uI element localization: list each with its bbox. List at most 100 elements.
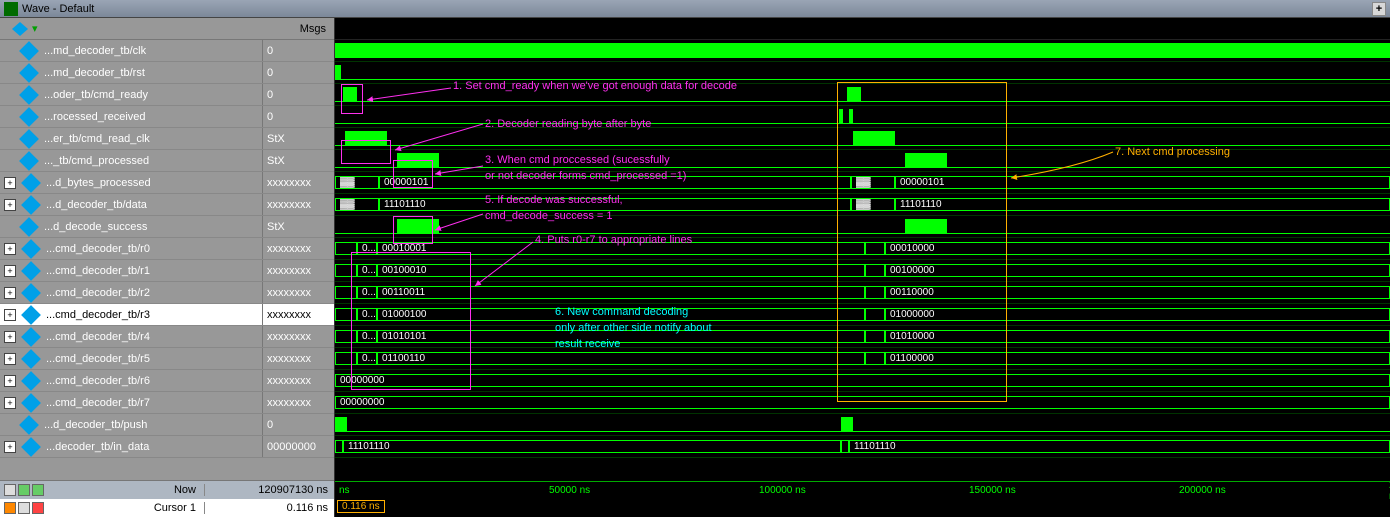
wave-icon [4, 2, 18, 16]
signal-name: ...decoder_tb/in_data [44, 441, 262, 453]
signal-name: ...er_tb/cmd_read_clk [42, 133, 262, 145]
signal-row[interactable]: ...md_decoder_tb/rst0 [0, 62, 334, 84]
signal-row[interactable]: +...cmd_decoder_tb/r7xxxxxxxx [0, 392, 334, 414]
signal-type-icon [19, 151, 39, 171]
cursor-label: Cursor 1 [46, 502, 204, 514]
wave-row: ▓▓11101110▓▓11101110 [335, 194, 1390, 216]
signal-row[interactable]: + ...d_decoder_tb/dataxxxxxxxx [0, 194, 334, 216]
signal-value: xxxxxxxx [262, 348, 334, 369]
expand-icon[interactable]: + [4, 331, 16, 343]
signal-value: xxxxxxxx [262, 304, 334, 325]
signal-row[interactable]: ...d_decoder_tb/push0 [0, 414, 334, 436]
signal-value: 00000000 [262, 436, 334, 457]
signal-row[interactable]: ...oder_tb/cmd_ready0 [0, 84, 334, 106]
signal-row[interactable]: ...er_tb/cmd_read_clkStX [0, 128, 334, 150]
time-axis[interactable]: ns50000 ns100000 ns150000 ns200000 ns250… [335, 481, 1390, 499]
signal-name: ...md_decoder_tb/clk [42, 45, 262, 57]
signal-name: ...md_decoder_tb/rst [42, 67, 262, 79]
wave-row: 0...0100010001000000 [335, 304, 1390, 326]
expand-icon[interactable]: + [4, 397, 16, 409]
signal-row[interactable]: +...cmd_decoder_tb/r4xxxxxxxx [0, 326, 334, 348]
signal-row[interactable]: +...d_bytes_processedxxxxxxxx [0, 172, 334, 194]
signal-type-icon [21, 327, 41, 347]
now-value: 120907130 ns [204, 484, 334, 496]
tool-icon[interactable] [4, 502, 16, 514]
signal-row[interactable]: +...cmd_decoder_tb/r0xxxxxxxx [0, 238, 334, 260]
signal-name: ...cmd_decoder_tb/r2 [44, 287, 262, 299]
tick-label: ns [339, 485, 350, 496]
expand-icon[interactable]: + [4, 375, 16, 387]
signal-type-icon [21, 305, 41, 325]
tool-icon[interactable] [32, 502, 44, 514]
wave-row: 0...0001000100010000 [335, 238, 1390, 260]
wave-row [335, 216, 1390, 238]
wave-row [335, 128, 1390, 150]
signal-type-icon [19, 41, 39, 61]
tool-icon[interactable] [18, 484, 30, 496]
expand-icon[interactable]: + [4, 265, 16, 277]
signal-row[interactable]: + ...decoder_tb/in_data00000000 [0, 436, 334, 458]
signal-value: xxxxxxxx [262, 370, 334, 391]
expand-icon[interactable]: + [4, 199, 16, 211]
signal-name: ...cmd_decoder_tb/r4 [44, 331, 262, 343]
signal-row[interactable]: +...cmd_decoder_tb/r6xxxxxxxx [0, 370, 334, 392]
signal-value: 0 [262, 40, 334, 61]
dropdown-icon[interactable]: ▾ [32, 22, 38, 35]
signal-type-icon [21, 239, 41, 259]
signal-value: xxxxxxxx [262, 282, 334, 303]
signal-name: ...d_decoder_tb/data [44, 199, 262, 211]
signal-row[interactable]: +...cmd_decoder_tb/r1xxxxxxxx [0, 260, 334, 282]
tick-label: 100000 ns [759, 485, 806, 496]
signal-row[interactable]: +...cmd_decoder_tb/r5xxxxxxxx [0, 348, 334, 370]
cursor-bar[interactable]: 0.116 ns [335, 499, 1390, 517]
expand-icon[interactable]: + [4, 287, 16, 299]
wave-row [335, 106, 1390, 128]
signal-type-icon [21, 283, 41, 303]
signal-value: xxxxxxxx [262, 172, 334, 193]
signal-value: xxxxxxxx [262, 392, 334, 413]
signal-type-icon [19, 415, 39, 435]
tool-icon[interactable] [32, 484, 44, 496]
wave-row: 00000000 [335, 370, 1390, 392]
signal-row[interactable]: ..._tb/cmd_processedStX [0, 150, 334, 172]
expand-icon[interactable]: + [4, 441, 16, 453]
wave-row [335, 414, 1390, 436]
tool-icon[interactable] [4, 484, 16, 496]
signal-panel: ▾ Msgs ...md_decoder_tb/clk0...md_decode… [0, 18, 335, 517]
signal-type-icon [21, 393, 41, 413]
signal-row[interactable]: ...md_decoder_tb/clk0 [0, 40, 334, 62]
signal-row[interactable]: + ...cmd_decoder_tb/r2xxxxxxxx [0, 282, 334, 304]
signal-name: ...rocessed_received [42, 111, 262, 123]
signal-type-icon [19, 129, 39, 149]
signal-name: ...oder_tb/cmd_ready [42, 89, 262, 101]
signal-value: 0 [262, 62, 334, 83]
signal-type-icon [21, 371, 41, 391]
signal-row[interactable]: +...cmd_decoder_tb/r3xxxxxxxx [0, 304, 334, 326]
signal-value: xxxxxxxx [262, 194, 334, 215]
signal-name: ...cmd_decoder_tb/r0 [44, 243, 262, 255]
signal-type-icon [19, 85, 39, 105]
signal-value: StX [262, 150, 334, 171]
add-pane-button[interactable]: + [1372, 2, 1386, 16]
waveform-area[interactable]: ▓▓00000101▓▓00000101▓▓11101110▓▓11101110… [335, 18, 1390, 517]
signal-type-icon [21, 195, 41, 215]
tool-icon[interactable] [18, 502, 30, 514]
signal-name: ...d_decode_success [42, 221, 262, 233]
wave-row: 1110111011101110 [335, 436, 1390, 458]
signal-row[interactable]: ...rocessed_received0 [0, 106, 334, 128]
signal-type-icon [21, 349, 41, 369]
expand-icon[interactable]: + [4, 243, 16, 255]
signal-value: StX [262, 128, 334, 149]
wave-row [335, 150, 1390, 172]
wave-row: 0...0110011001100000 [335, 348, 1390, 370]
expand-icon[interactable]: + [4, 309, 16, 321]
signal-name: ...d_decoder_tb/push [42, 419, 262, 431]
wave-row [335, 40, 1390, 62]
signal-type-icon [19, 217, 39, 237]
tick-label: 200000 ns [1179, 485, 1226, 496]
decoration-icon [6, 20, 34, 38]
signal-row[interactable]: ...d_decode_successStX [0, 216, 334, 238]
expand-icon[interactable]: + [4, 353, 16, 365]
expand-icon[interactable]: + [4, 177, 16, 189]
msgs-header: Msgs [300, 23, 326, 35]
